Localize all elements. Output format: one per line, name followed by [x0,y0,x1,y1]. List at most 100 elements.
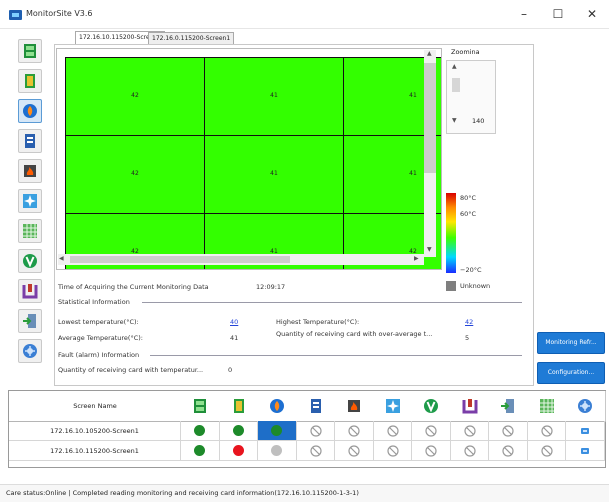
cell-temperature: 41 [270,169,278,177]
receiving-card-cell[interactable]: 41 [204,135,344,214]
not-available-icon [310,425,322,439]
minimize-button[interactable]: – [507,4,541,24]
monitor-link-icon [580,446,590,458]
zoom-label: Zoomina [451,48,480,56]
maximize-button[interactable]: ☐ [541,4,575,24]
status-cell[interactable] [566,441,605,461]
toolbar-module-button[interactable] [18,219,42,243]
zoom-up-arrow-icon[interactable]: ▲ [452,63,457,70]
zoom-down-arrow-icon[interactable]: ▼ [452,117,457,124]
toolbar-power-button[interactable] [18,279,42,303]
column-header-sending-card[interactable] [181,391,221,422]
status-cell[interactable] [219,441,258,461]
not-available-icon [387,425,399,439]
module-icon [539,398,555,416]
legend-max-label: 80°C [460,194,477,202]
window-title: MonitorSite V3.6 [26,9,93,18]
status-ok-indicator [194,445,206,456]
status-cell[interactable] [181,441,220,461]
grid-horizontal-scroll-thumb[interactable] [70,256,290,263]
average-temp-value: 41 [230,334,239,342]
lowest-temp-label: Lowest temperature(°C): [58,318,139,326]
unknown-color-swatch [446,281,456,291]
voltage-icon [423,398,439,416]
column-header-fan[interactable] [373,391,413,422]
scroll-up-arrow-icon[interactable]: ▲ [427,50,432,57]
table-row[interactable]: 172.16.10.115200-Screen1 [9,441,181,461]
zoom-slider[interactable] [452,78,460,92]
toolbar-smoke-button[interactable] [18,159,42,183]
acquire-time-value: 12:09:17 [256,283,286,291]
status-cell[interactable] [219,421,258,441]
grid-vertical-scroll-thumb[interactable] [424,63,436,173]
table-row[interactable]: 172.16.10.105200-Screen1 [9,421,181,441]
column-header-monitor[interactable] [566,391,606,422]
status-bar: Care status:Online | Completed reading m… [0,484,609,502]
column-header-humidity[interactable] [296,391,336,422]
toolbar-humidity-button[interactable] [18,129,42,153]
status-cell[interactable] [527,421,566,441]
screen-status-table: Screen Name 172.16.10.105200-Screen1 172.… [8,390,606,468]
monitor-link-icon [580,426,590,438]
over-average-label: Quantity of receiving card with over-ave… [276,330,433,338]
not-available-icon [502,445,514,459]
status-cell[interactable] [412,421,451,441]
average-temp-label: Average Temperature(°C): [58,334,143,342]
not-available-icon [541,425,553,439]
column-header-smoke[interactable] [335,391,375,422]
status-cell[interactable] [373,441,412,461]
status-cell[interactable] [373,421,412,441]
receiving-card-cell[interactable]: 42 [65,57,205,136]
status-cell[interactable] [489,441,528,461]
status-cell[interactable] [412,441,451,461]
monitoring-refresh-button[interactable]: Monitoring Refr... [537,332,605,354]
toolbar-temperature-button[interactable] [18,99,42,123]
status-cell[interactable] [296,441,335,461]
fault-qty-label: Quantity of receiving card with temperat… [58,366,204,374]
status-cell[interactable] [258,421,297,441]
column-header-module[interactable] [527,391,567,422]
scroll-right-arrow-icon[interactable]: ▶ [414,255,419,262]
close-button[interactable]: ✕ [575,4,609,24]
left-toolbar [14,33,48,379]
lowest-temp-value[interactable]: 40 [230,318,238,326]
app-logo-icon [9,10,22,20]
status-cell[interactable] [296,421,335,441]
fault-section-title: Fault (alarm) Information [58,351,140,359]
toolbar-receiving-card-button[interactable] [18,69,42,93]
status-ok-indicator [194,425,206,436]
not-available-icon [541,445,553,459]
scroll-down-arrow-icon[interactable]: ▼ [427,246,432,253]
toolbar-sending-card-button[interactable] [18,39,42,63]
status-cell[interactable] [450,441,489,461]
status-cell[interactable] [258,441,297,461]
status-cell[interactable] [450,421,489,441]
status-cell[interactable] [181,421,220,441]
status-cell[interactable] [527,441,566,461]
scroll-left-arrow-icon[interactable]: ◀ [59,255,64,262]
cell-temperature: 42 [131,91,139,99]
status-cell[interactable] [335,441,374,461]
not-available-icon [502,425,514,439]
legend-mid-label: 60°C [460,210,477,218]
configuration-button[interactable]: Configuration... [537,362,605,384]
column-header-receiving-card[interactable] [219,391,259,422]
status-cell[interactable] [489,421,528,441]
column-header-power[interactable] [450,391,490,422]
column-header-voltage[interactable] [412,391,452,422]
toolbar-door-button[interactable] [18,309,42,333]
highest-temp-value[interactable]: 42 [465,318,473,326]
toolbar-monitor-button[interactable] [18,339,42,363]
toolbar-fan-button[interactable] [18,189,42,213]
screen-name-cell: 172.16.10.105200-Screen1 [50,427,139,435]
toolbar-voltage-button[interactable] [18,249,42,273]
column-header-temperature[interactable] [258,391,298,422]
receiving-card-cell[interactable]: 41 [204,57,344,136]
column-header-door[interactable] [489,391,529,422]
cell-temperature: 41 [270,91,278,99]
smoke-icon [346,398,362,416]
status-cell[interactable] [335,421,374,441]
receiving-card-cell[interactable]: 42 [65,135,205,214]
status-cell[interactable] [566,421,605,441]
status-unknown-indicator [271,445,283,456]
